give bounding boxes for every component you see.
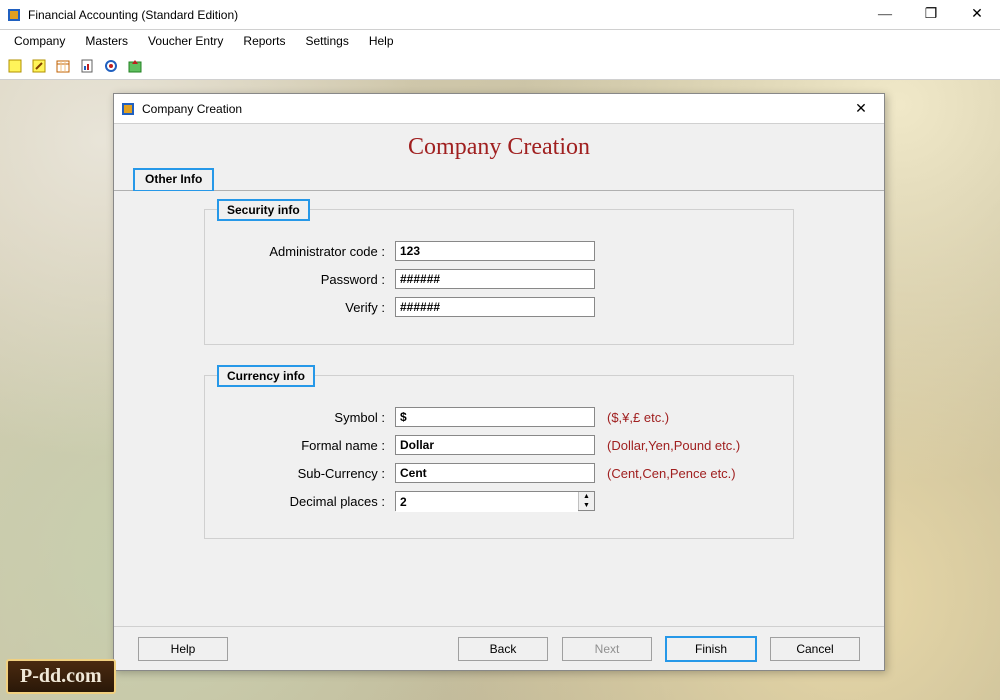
menu-settings[interactable]: Settings bbox=[295, 31, 358, 51]
menubar: Company Masters Voucher Entry Reports Se… bbox=[0, 30, 1000, 52]
main-titlebar: Financial Accounting (Standard Edition) … bbox=[0, 0, 1000, 30]
symbol-hint: ($,¥,£ etc.) bbox=[607, 410, 669, 425]
minimize-button[interactable]: — bbox=[862, 0, 908, 30]
back-button[interactable]: Back bbox=[458, 637, 548, 661]
finish-button[interactable]: Finish bbox=[666, 637, 756, 661]
sub-currency-hint: (Cent,Cen,Pence etc.) bbox=[607, 466, 736, 481]
symbol-input[interactable] bbox=[395, 407, 595, 427]
decimal-places-spinner[interactable]: ▲ ▼ bbox=[395, 491, 595, 511]
formal-name-input[interactable] bbox=[395, 435, 595, 455]
currency-legend: Currency info bbox=[217, 365, 315, 387]
spinner-down-icon[interactable]: ▼ bbox=[579, 501, 594, 510]
menu-company[interactable]: Company bbox=[4, 31, 75, 51]
password-input[interactable] bbox=[395, 269, 595, 289]
formal-name-hint: (Dollar,Yen,Pound etc.) bbox=[607, 438, 740, 453]
toolbar-export-icon[interactable] bbox=[124, 55, 146, 77]
toolbar-edit-icon[interactable] bbox=[28, 55, 50, 77]
menu-reports[interactable]: Reports bbox=[233, 31, 295, 51]
spinner-up-icon[interactable]: ▲ bbox=[579, 492, 594, 501]
next-button: Next bbox=[562, 637, 652, 661]
toolbar-new-icon[interactable] bbox=[4, 55, 26, 77]
menu-voucher-entry[interactable]: Voucher Entry bbox=[138, 31, 233, 51]
sub-currency-input[interactable] bbox=[395, 463, 595, 483]
verify-label: Verify : bbox=[225, 300, 395, 315]
app-title: Financial Accounting (Standard Edition) bbox=[28, 8, 238, 22]
dialog-body: Security info Administrator code : Passw… bbox=[114, 191, 884, 626]
toolbar bbox=[0, 52, 1000, 80]
menu-help[interactable]: Help bbox=[359, 31, 404, 51]
security-legend: Security info bbox=[217, 199, 310, 221]
currency-info-group: Currency info Symbol : ($,¥,£ etc.) Form… bbox=[204, 375, 794, 539]
security-info-group: Security info Administrator code : Passw… bbox=[204, 209, 794, 345]
watermark: P-dd.com bbox=[6, 659, 116, 694]
toolbar-calendar-icon[interactable] bbox=[52, 55, 74, 77]
toolbar-report-icon[interactable] bbox=[76, 55, 98, 77]
symbol-label: Symbol : bbox=[225, 410, 395, 425]
dialog-heading: Company Creation bbox=[114, 124, 884, 169]
admin-code-label: Administrator code : bbox=[225, 244, 395, 259]
app-icon bbox=[6, 7, 22, 23]
dialog-footer: Help Back Next Finish Cancel bbox=[114, 626, 884, 670]
toolbar-settings-icon[interactable] bbox=[100, 55, 122, 77]
tab-strip: Other Info bbox=[114, 169, 884, 191]
decimal-places-input[interactable] bbox=[396, 492, 578, 512]
verify-input[interactable] bbox=[395, 297, 595, 317]
formal-name-label: Formal name : bbox=[225, 438, 395, 453]
close-button[interactable]: ✕ bbox=[954, 0, 1000, 30]
password-label: Password : bbox=[225, 272, 395, 287]
dialog-title: Company Creation bbox=[142, 102, 242, 116]
sub-currency-label: Sub-Currency : bbox=[225, 466, 395, 481]
company-creation-dialog: Company Creation ✕ Company Creation Othe… bbox=[113, 93, 885, 671]
decimal-places-label: Decimal places : bbox=[225, 494, 395, 509]
cancel-button[interactable]: Cancel bbox=[770, 637, 860, 661]
menu-masters[interactable]: Masters bbox=[75, 31, 138, 51]
dialog-icon bbox=[120, 101, 136, 117]
help-button[interactable]: Help bbox=[138, 637, 228, 661]
maximize-button[interactable]: ❐ bbox=[908, 0, 954, 30]
dialog-close-button[interactable]: ✕ bbox=[838, 94, 884, 124]
dialog-titlebar: Company Creation ✕ bbox=[114, 94, 884, 124]
tab-other-info[interactable]: Other Info bbox=[134, 169, 213, 191]
admin-code-input[interactable] bbox=[395, 241, 595, 261]
